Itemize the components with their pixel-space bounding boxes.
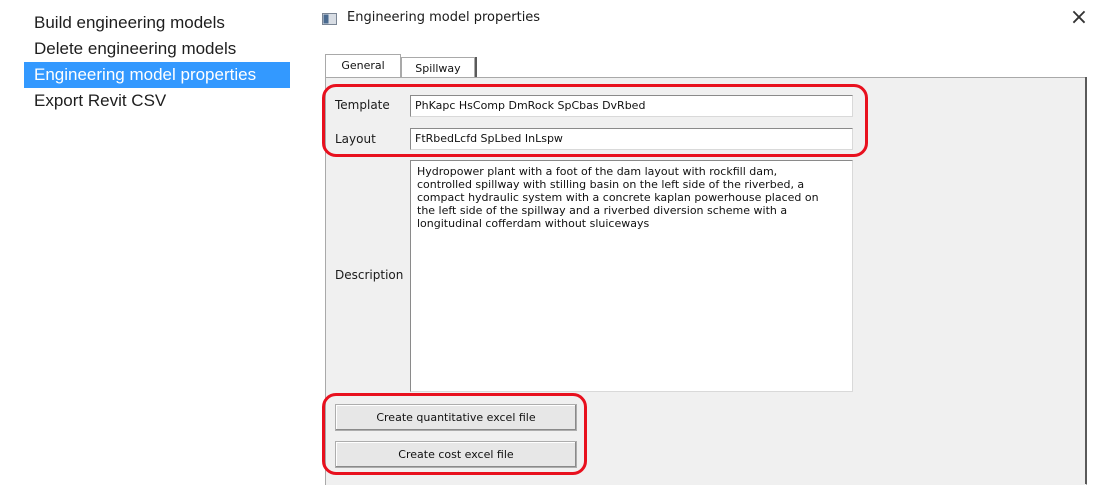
tab-general[interactable]: General xyxy=(325,54,401,79)
menu-item-export-revit-csv[interactable]: Export Revit CSV xyxy=(24,88,290,114)
close-icon: × xyxy=(1069,5,1089,30)
description-label: Description xyxy=(335,268,404,282)
layout-label: Layout xyxy=(335,132,376,146)
close-button[interactable]: × xyxy=(1067,6,1091,30)
layout-field[interactable]: FtRbedLcfd SpLbed InLspw xyxy=(410,128,853,150)
panel-divider xyxy=(1085,77,1087,484)
tab-spillway[interactable]: Spillway xyxy=(401,57,477,79)
app-window-icon xyxy=(322,13,337,25)
menu-item-build-models[interactable]: Build engineering models xyxy=(24,10,290,36)
template-field[interactable]: PhKapc HsComp DmRock SpCbas DvRbed xyxy=(410,95,853,117)
description-field[interactable]: Hydropower plant with a foot of the dam … xyxy=(410,160,853,392)
properties-dialog: Engineering model properties × General S… xyxy=(305,0,1094,485)
dialog-title: Engineering model properties xyxy=(347,10,541,25)
create-cost-excel-button[interactable]: Create cost excel file xyxy=(335,441,577,468)
command-menu: Build engineering models Delete engineer… xyxy=(24,10,290,114)
dialog-titlebar: Engineering model properties × xyxy=(305,0,1094,38)
menu-item-model-properties[interactable]: Engineering model properties xyxy=(24,62,290,88)
template-label: Template xyxy=(335,98,390,112)
menu-item-delete-models[interactable]: Delete engineering models xyxy=(24,36,290,62)
create-quantitative-excel-button[interactable]: Create quantitative excel file xyxy=(335,404,577,431)
